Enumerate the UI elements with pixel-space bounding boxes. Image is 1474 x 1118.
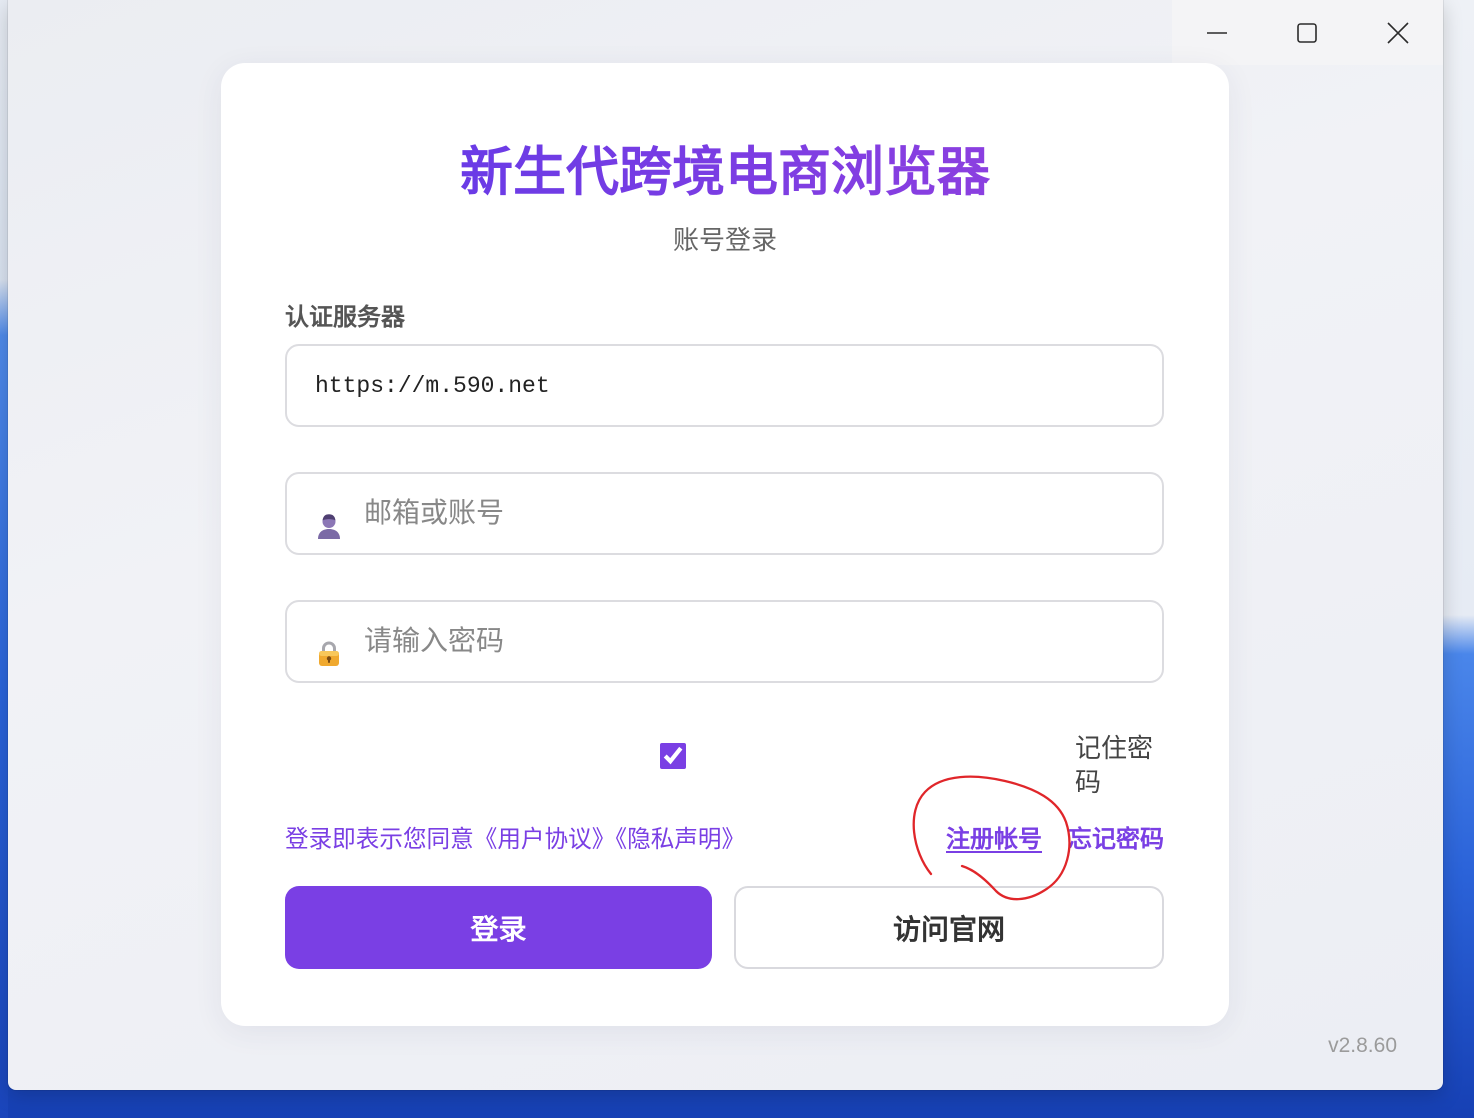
login-button[interactable]: 登录	[285, 886, 712, 969]
login-subtitle: 账号登录	[672, 225, 777, 255]
privacy-statement-link[interactable]: 《隐私声明》	[615, 827, 745, 853]
server-url-input[interactable]	[315, 346, 1142, 425]
login-card: 新生代跨境电商浏览器 账号登录 认证服务器 https://m.590.net …	[221, 63, 1229, 1026]
account-field	[285, 472, 1164, 555]
app-window: 新生代跨境电商浏览器 账号登录 认证服务器 https://m.590.net …	[8, 0, 1443, 1090]
maximize-icon	[1296, 22, 1318, 44]
visit-website-button[interactable]: 访问官网	[734, 886, 1164, 969]
password-field	[285, 600, 1164, 683]
server-field	[285, 344, 1164, 427]
agreement-text: 登录即表示您同意《用户协议》《隐私声明》	[285, 824, 745, 856]
account-input[interactable]	[364, 474, 1142, 553]
register-link[interactable]: 注册帐号	[946, 824, 1042, 856]
close-icon	[1386, 21, 1410, 45]
maximize-button[interactable]	[1262, 0, 1352, 65]
server-label: 认证服务器	[285, 304, 405, 331]
close-button[interactable]	[1353, 0, 1443, 65]
remember-label[interactable]: 记住密码	[1075, 731, 1165, 799]
desktop-wallpaper	[0, 0, 8, 1118]
forgot-password-link[interactable]: 忘记密码	[1068, 824, 1164, 856]
lock-icon	[315, 639, 343, 667]
agreement-prefix: 登录即表示您同意	[285, 827, 474, 853]
auth-links: 注册帐号 忘记密码	[946, 824, 1164, 856]
app-title: 新生代跨境电商浏览器	[460, 141, 990, 205]
window-caption-buttons	[1172, 0, 1443, 65]
version-label: v2.8.60	[1328, 1034, 1397, 1057]
user-agreement-link[interactable]: 《用户协议》	[474, 827, 616, 853]
password-input[interactable]	[364, 602, 1142, 681]
minimize-button[interactable]	[1172, 0, 1262, 65]
remember-checkbox[interactable]	[660, 743, 686, 769]
minimize-icon	[1206, 22, 1228, 44]
user-icon	[315, 511, 343, 539]
